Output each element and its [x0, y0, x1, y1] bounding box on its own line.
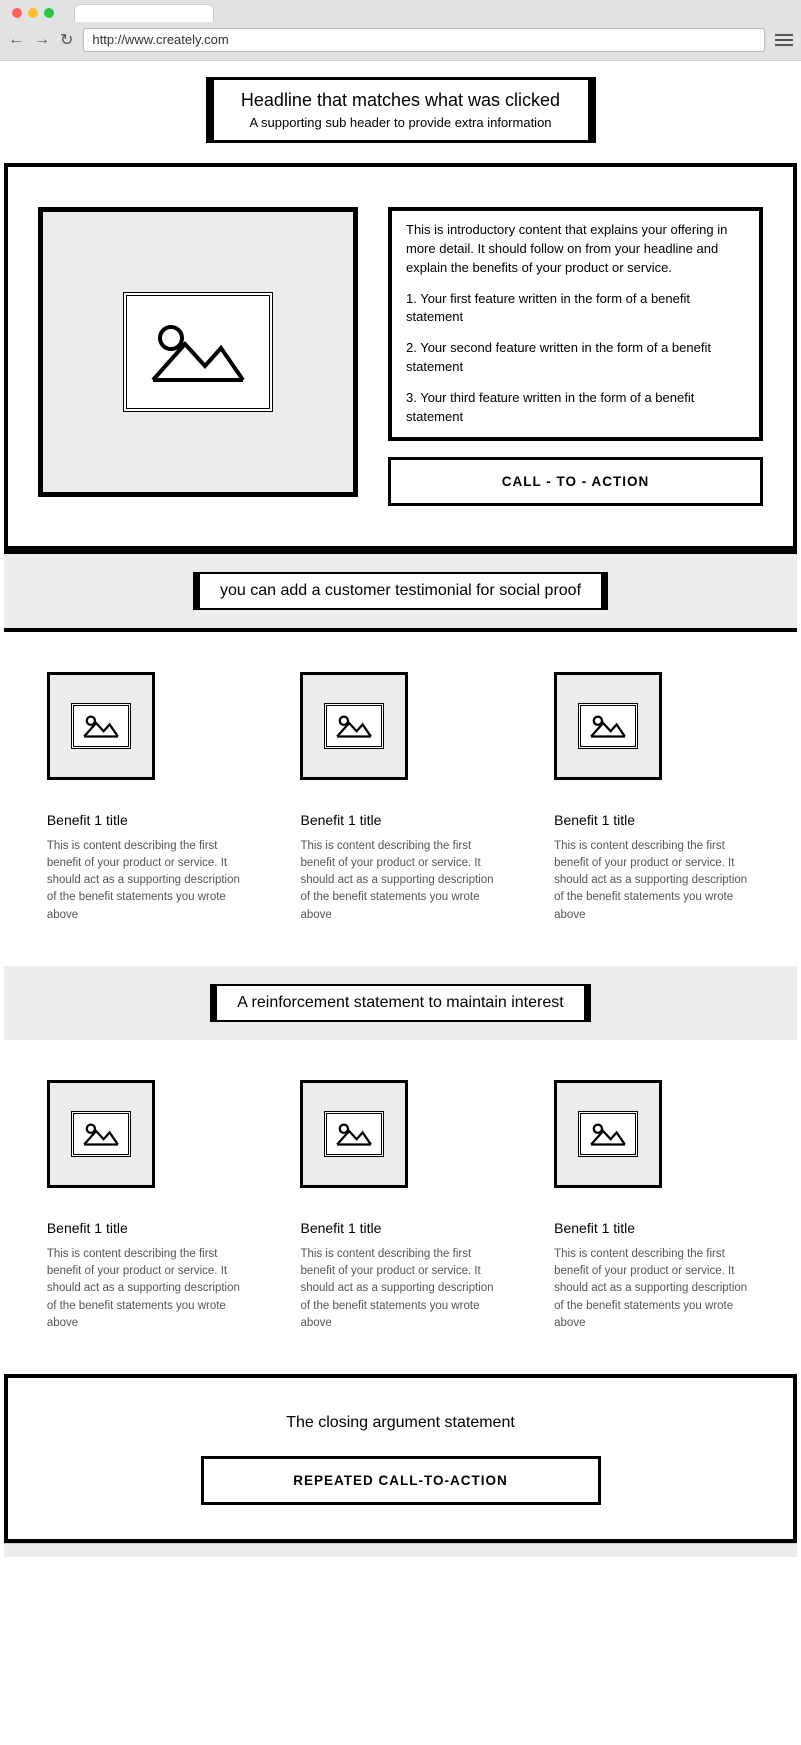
image-icon	[123, 292, 273, 412]
page-headline: Headline that matches what was clicked	[238, 90, 564, 111]
feature-2: 2. Your second feature written in the fo…	[406, 339, 745, 377]
benefit-body: This is content describing the first ben…	[554, 1246, 754, 1332]
secondary-cta-button[interactable]: REPEATED CALL-TO-ACTION	[201, 1456, 601, 1505]
intro-copy-box: This is introductory content that explai…	[388, 207, 763, 441]
benefit-card: Benefit 1 title This is content describi…	[47, 672, 247, 924]
hero-section: This is introductory content that explai…	[4, 163, 797, 550]
benefit-card: Benefit 1 title This is content describi…	[300, 672, 500, 924]
closing-statement: The closing argument statement	[8, 1414, 793, 1432]
benefit-body: This is content describing the first ben…	[47, 1246, 247, 1332]
browser-chrome: ← → ↻ http://www.creately.com	[0, 0, 801, 61]
intro-paragraph: This is introductory content that explai…	[406, 221, 745, 278]
benefit-title: Benefit 1 title	[554, 1220, 754, 1236]
benefit-image-placeholder	[554, 672, 662, 780]
benefit-card: Benefit 1 title This is content describi…	[554, 672, 754, 924]
benefit-card: Benefit 1 title This is content describi…	[300, 1080, 500, 1332]
benefit-image-placeholder	[300, 672, 408, 780]
benefit-title: Benefit 1 title	[554, 812, 754, 828]
menu-icon[interactable]	[775, 34, 793, 46]
closing-section: The closing argument statement REPEATED …	[4, 1374, 797, 1543]
benefit-image-placeholder	[47, 672, 155, 780]
benefit-body: This is content describing the first ben…	[300, 838, 500, 924]
hero-image-placeholder	[38, 207, 358, 497]
address-bar[interactable]: http://www.creately.com	[83, 28, 765, 52]
feature-1: 1. Your first feature written in the for…	[406, 290, 745, 328]
back-icon[interactable]: ←	[8, 31, 24, 49]
image-icon	[324, 1111, 384, 1157]
benefit-image-placeholder	[554, 1080, 662, 1188]
window-controls	[12, 8, 54, 18]
benefit-body: This is content describing the first ben…	[47, 838, 247, 924]
testimonial-strip: you can add a customer testimonial for s…	[4, 550, 797, 632]
benefit-image-placeholder	[300, 1080, 408, 1188]
image-icon	[578, 703, 638, 749]
benefit-title: Benefit 1 title	[47, 812, 247, 828]
testimonial-text: you can add a customer testimonial for s…	[193, 572, 608, 610]
forward-icon[interactable]: →	[34, 31, 50, 49]
image-icon	[324, 703, 384, 749]
close-window-icon[interactable]	[12, 8, 22, 18]
benefit-card: Benefit 1 title This is content describi…	[554, 1080, 754, 1332]
minimize-window-icon[interactable]	[28, 8, 38, 18]
browser-tab[interactable]	[74, 4, 214, 22]
reinforcement-text: A reinforcement statement to maintain in…	[210, 984, 590, 1022]
image-icon	[71, 1111, 131, 1157]
benefit-image-placeholder	[47, 1080, 155, 1188]
benefit-title: Benefit 1 title	[300, 1220, 500, 1236]
benefit-body: This is content describing the first ben…	[300, 1246, 500, 1332]
benefits-row-2: Benefit 1 title This is content describi…	[0, 1040, 801, 1362]
footer-strip	[4, 1543, 797, 1557]
headline-box: Headline that matches what was clicked A…	[206, 77, 596, 143]
reinforcement-strip: A reinforcement statement to maintain in…	[4, 966, 797, 1040]
benefit-title: Benefit 1 title	[47, 1220, 247, 1236]
benefit-body: This is content describing the first ben…	[554, 838, 754, 924]
maximize-window-icon[interactable]	[44, 8, 54, 18]
benefit-card: Benefit 1 title This is content describi…	[47, 1080, 247, 1332]
benefit-title: Benefit 1 title	[300, 812, 500, 828]
image-icon	[578, 1111, 638, 1157]
reload-icon[interactable]: ↻	[60, 30, 73, 50]
feature-3: 3. Your third feature written in the for…	[406, 389, 745, 427]
page-subheadline: A supporting sub header to provide extra…	[238, 115, 564, 130]
image-icon	[71, 703, 131, 749]
primary-cta-button[interactable]: CALL - TO - ACTION	[388, 457, 763, 506]
benefits-row-1: Benefit 1 title This is content describi…	[0, 632, 801, 954]
